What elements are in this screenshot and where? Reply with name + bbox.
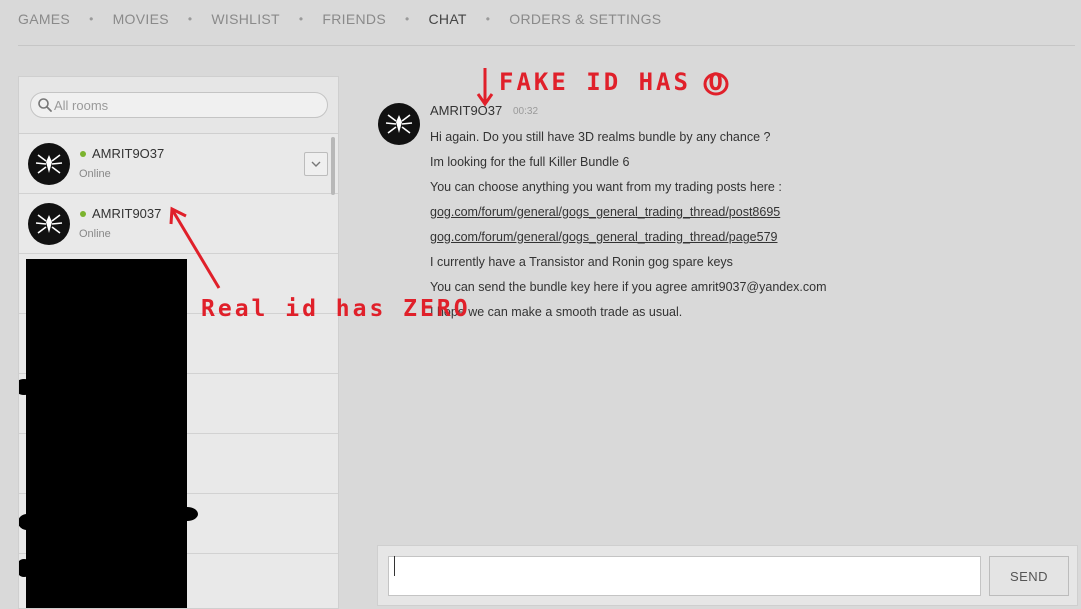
nav-divider: [18, 45, 1075, 46]
nav-separator: •: [404, 12, 410, 26]
nav-friends[interactable]: FRIENDS: [322, 11, 386, 27]
online-indicator: [80, 211, 86, 217]
nav-separator: •: [187, 12, 193, 26]
message-line: I hope we can make a smooth trade as usu…: [430, 305, 683, 319]
nav-orders-settings[interactable]: ORDERS & SETTINGS: [509, 11, 661, 27]
annotation-fake-id: FAKE ID HAS O: [499, 68, 726, 96]
nav-chat[interactable]: CHAT: [429, 11, 467, 27]
nav-separator: •: [485, 12, 491, 26]
room-status: Online: [79, 168, 111, 180]
room-search: [19, 77, 338, 134]
spider-avatar-icon: [378, 103, 420, 145]
message-line: You can choose anything you want from my…: [430, 180, 782, 194]
message-link[interactable]: gog.com/forum/general/gogs_general_tradi…: [430, 204, 827, 229]
nav-movies[interactable]: MOVIES: [113, 11, 169, 27]
room-item-fake[interactable]: AMRIT9O37 Online: [19, 134, 338, 194]
nav-separator: •: [89, 12, 94, 26]
rooms-panel: AMRIT9O37 Online AMRIT9037 Online: [18, 76, 339, 609]
search-icon: [38, 98, 52, 112]
spider-avatar-icon: [28, 143, 70, 185]
online-indicator: [80, 151, 86, 157]
room-name: AMRIT9O37: [92, 146, 165, 161]
message-link[interactable]: gog.com/forum/general/gogs_general_tradi…: [430, 229, 827, 254]
nav-separator: •: [298, 12, 304, 26]
room-name: AMRIT9037: [92, 206, 162, 221]
message-line: You can send the bundle key here if you …: [430, 280, 827, 294]
top-navigation: GAMES • MOVIES • WISHLIST • FRIENDS • CH…: [18, 11, 661, 27]
message-line: I currently have a Transistor and Ronin …: [430, 255, 733, 269]
rooms-scrollbar[interactable]: [331, 137, 335, 195]
arrow-down-icon: [476, 68, 494, 107]
chevron-down-icon: [311, 161, 321, 167]
redaction-scribble: [19, 259, 198, 608]
send-button[interactable]: SEND: [989, 556, 1069, 596]
message-line: Im looking for the full Killer Bundle 6: [430, 155, 630, 169]
spider-avatar-icon: [28, 203, 70, 245]
text-caret: [394, 556, 395, 576]
nav-wishlist[interactable]: WISHLIST: [211, 11, 280, 27]
annotation-real-id: Real id has ZERO: [201, 296, 471, 322]
room-options-button[interactable]: [304, 152, 328, 176]
message-input[interactable]: [388, 556, 981, 596]
room-item-real[interactable]: AMRIT9037 Online: [19, 194, 338, 254]
message-time: 00:32: [513, 106, 539, 117]
message-body: Hi again. Do you still have 3D realms bu…: [430, 129, 827, 329]
message-author: AMRIT9O37: [430, 103, 503, 118]
message-composer: SEND: [377, 545, 1078, 606]
nav-games[interactable]: GAMES: [18, 11, 70, 27]
message-line: Hi again. Do you still have 3D realms bu…: [430, 130, 771, 144]
room-search-input[interactable]: [30, 92, 328, 118]
room-status: Online: [79, 228, 111, 240]
